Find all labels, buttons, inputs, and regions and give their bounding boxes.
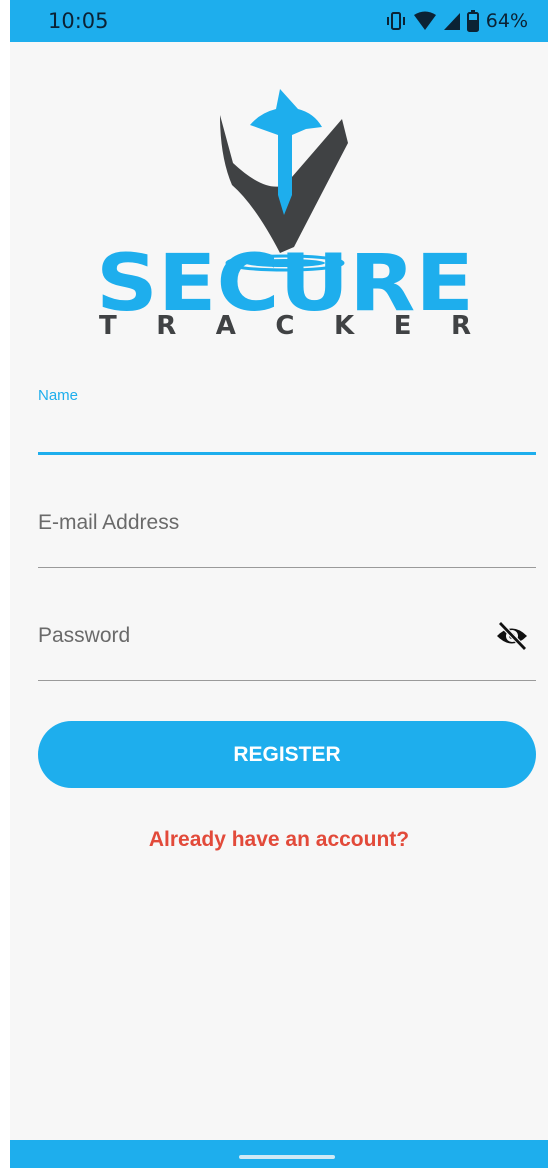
password-field[interactable]: Password	[38, 618, 536, 682]
name-underline	[38, 452, 536, 455]
password-underline	[38, 680, 536, 681]
wifi-icon	[413, 11, 436, 30]
register-button[interactable]: REGISTER	[38, 721, 536, 788]
status-time: 10:05	[48, 9, 109, 33]
name-field[interactable]: Name	[38, 385, 536, 457]
home-gesture-handle[interactable]	[239, 1155, 335, 1159]
email-underline	[38, 567, 536, 568]
status-icons: 64%	[385, 8, 528, 34]
password-placeholder: Password	[38, 624, 131, 647]
email-placeholder: E-mail Address	[38, 511, 180, 534]
secure-tracker-logo: SECURE TRACKER	[96, 89, 474, 341]
status-bar: 10:05 64%	[10, 0, 548, 42]
email-field[interactable]: E-mail Address	[38, 505, 536, 569]
already-have-account-link[interactable]: Already have an account?	[10, 828, 548, 852]
vibrate-icon	[386, 12, 405, 30]
battery-icon	[466, 10, 479, 32]
register-screen: 10:05 64% SECURE TRACKER Name E-mail Add…	[10, 0, 548, 1168]
eye-off-icon[interactable]	[494, 618, 530, 654]
signal-icon	[443, 13, 460, 30]
navigation-bar	[10, 1140, 548, 1168]
battery-percent: 64%	[485, 10, 528, 32]
name-label: Name	[38, 387, 79, 404]
